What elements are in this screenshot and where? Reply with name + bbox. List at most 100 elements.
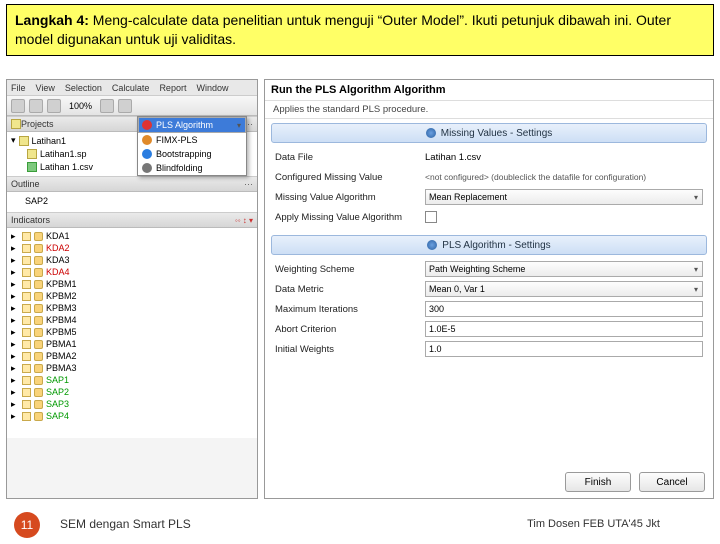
expand-icon[interactable]: ▾ — [11, 135, 16, 146]
toolbar-icon[interactable] — [29, 99, 43, 113]
toolbar-icon[interactable] — [11, 99, 25, 113]
indicator-item[interactable]: ▸KPBM4 — [11, 314, 253, 326]
menubar: File View Selection Calculate Report Win… — [7, 80, 257, 96]
pls-settings-section-header: PLS Algorithm - Settings — [271, 235, 707, 255]
indicator-item[interactable]: ▸SAP2 — [11, 386, 253, 398]
indicator-item[interactable]: ▸SAP1 — [11, 374, 253, 386]
menu-calculate[interactable]: Calculate — [112, 83, 150, 93]
zoom-level[interactable]: 100% — [65, 101, 96, 111]
dialog-title: Run the PLS Algorithm Algorithm — [265, 80, 713, 101]
menu-report[interactable]: Report — [159, 83, 186, 93]
select-data-metric[interactable]: Mean 0, Var 1 — [425, 281, 703, 297]
menu-file[interactable]: File — [11, 83, 26, 93]
smartpls-main-window: File View Selection Calculate Report Win… — [6, 79, 258, 499]
indicator-dot-icon — [34, 412, 43, 421]
indicator-info-icon — [22, 340, 31, 349]
indicator-item[interactable]: ▸KPBM2 — [11, 290, 253, 302]
outline-item[interactable]: SAP2 — [11, 194, 253, 207]
indicator-label: KPBM1 — [46, 279, 77, 289]
indicator-label: SAP4 — [46, 411, 69, 421]
indicator-dot-icon — [34, 256, 43, 265]
label-amv: Apply Missing Value Algorithm — [275, 212, 425, 223]
indicator-dot-icon — [34, 292, 43, 301]
indicator-item[interactable]: ▸PBMA1 — [11, 338, 253, 350]
indicator-dot-icon — [34, 340, 43, 349]
indicator-item[interactable]: ▸SAP4 — [11, 410, 253, 422]
pls-algorithm-dialog: Run the PLS Algorithm Algorithm Applies … — [264, 79, 714, 499]
indicator-label: KDA2 — [46, 243, 70, 253]
indicator-label: PBMA1 — [46, 339, 77, 349]
indicator-dot-icon — [34, 388, 43, 397]
indicator-dot-icon — [34, 280, 43, 289]
indicator-info-icon — [22, 364, 31, 373]
indicator-info-icon — [22, 328, 31, 337]
slide-footer: SEM dengan Smart PLS Tim Dosen FEB UTA'4… — [0, 510, 720, 538]
menu-selection[interactable]: Selection — [65, 83, 102, 93]
select-mva[interactable]: Mean Replacement — [425, 189, 703, 205]
indicator-item[interactable]: ▸SAP3 — [11, 398, 253, 410]
outline-tree: SAP2 — [7, 192, 257, 212]
header-text: Meng-calculate data penelitian untuk men… — [15, 12, 671, 47]
indicator-item[interactable]: ▸PBMA2 — [11, 350, 253, 362]
indicator-info-icon — [22, 412, 31, 421]
indicator-item[interactable]: ▸KPBM3 — [11, 302, 253, 314]
indicator-dot-icon — [34, 316, 43, 325]
dropdown-fimx-pls[interactable]: FIMX-PLS — [138, 133, 246, 147]
indicator-info-icon — [22, 376, 31, 385]
missing-values-form: Data FileLatihan 1.csv Configured Missin… — [265, 143, 713, 231]
indicator-label: KDA3 — [46, 255, 70, 265]
indicator-dot-icon — [34, 304, 43, 313]
dropdown-pls-algorithm[interactable]: PLS Algorithm — [138, 117, 246, 133]
indicator-info-icon — [22, 256, 31, 265]
menu-view[interactable]: View — [36, 83, 55, 93]
indicator-badge: ◦◦ ↕ ▾ — [235, 216, 253, 225]
indicator-label: SAP2 — [46, 387, 69, 397]
finish-button[interactable]: Finish — [565, 472, 631, 492]
indicator-info-icon — [22, 244, 31, 253]
panel-menu-icon[interactable]: ⋯ — [244, 179, 253, 190]
indicator-label: SAP3 — [46, 399, 69, 409]
folder-icon — [19, 136, 29, 146]
value-data-file: Latihan 1.csv — [425, 152, 703, 163]
indicators-list: ▸KDA1▸KDA2▸KDA3▸KDA4▸KPBM1▸KPBM2▸KPBM3▸K… — [7, 228, 257, 438]
gear-icon — [426, 128, 436, 138]
indicator-item[interactable]: ▸PBMA3 — [11, 362, 253, 374]
indicator-label: PBMA3 — [46, 363, 77, 373]
calculate-dropdown: PLS Algorithm FIMX-PLS Bootstrapping Bli… — [137, 116, 247, 176]
dropdown-bootstrapping[interactable]: Bootstrapping — [138, 147, 246, 161]
indicators-panel-header: Indicators ◦◦ ↕ ▾ — [7, 212, 257, 228]
indicator-item[interactable]: ▸KDA4 — [11, 266, 253, 278]
indicator-item[interactable]: ▸KDA1 — [11, 230, 253, 242]
indicator-item[interactable]: ▸KPBM5 — [11, 326, 253, 338]
indicator-item[interactable]: ▸KDA3 — [11, 254, 253, 266]
input-initial-weights[interactable]: 1.0 — [425, 341, 703, 357]
indicator-item[interactable]: ▸KPBM1 — [11, 278, 253, 290]
label-initial-weights: Initial Weights — [275, 344, 425, 355]
missing-values-section-header: Missing Values - Settings — [271, 123, 707, 143]
indicator-dot-icon — [34, 268, 43, 277]
checkbox-apply-mva[interactable] — [425, 211, 437, 223]
indicator-label: KPBM4 — [46, 315, 77, 325]
select-weighting-scheme[interactable]: Path Weighting Scheme — [425, 261, 703, 277]
input-max-iterations[interactable]: 300 — [425, 301, 703, 317]
indicator-label: PBMA2 — [46, 351, 77, 361]
toolbar-icon[interactable] — [118, 99, 132, 113]
label-cmv: Configured Missing Value — [275, 172, 425, 183]
toolbar-icon[interactable] — [100, 99, 114, 113]
pls-settings-form: Weighting SchemePath Weighting Scheme Da… — [265, 255, 713, 363]
toolbar: 100% — [7, 96, 257, 116]
folder-icon — [11, 119, 21, 129]
indicator-info-icon — [22, 388, 31, 397]
algorithm-icon — [142, 135, 152, 145]
outline-panel-header: Outline ⋯ — [7, 176, 257, 192]
indicator-item[interactable]: ▸KDA2 — [11, 242, 253, 254]
csv-icon — [27, 162, 37, 172]
algorithm-icon — [142, 120, 152, 130]
cancel-button[interactable]: Cancel — [639, 472, 705, 492]
algorithm-icon — [142, 163, 152, 173]
input-abort-criterion[interactable]: 1.0E-5 — [425, 321, 703, 337]
toolbar-icon[interactable] — [47, 99, 61, 113]
menu-window[interactable]: Window — [196, 83, 228, 93]
indicator-info-icon — [22, 232, 31, 241]
dropdown-blindfolding[interactable]: Blindfolding — [138, 161, 246, 175]
